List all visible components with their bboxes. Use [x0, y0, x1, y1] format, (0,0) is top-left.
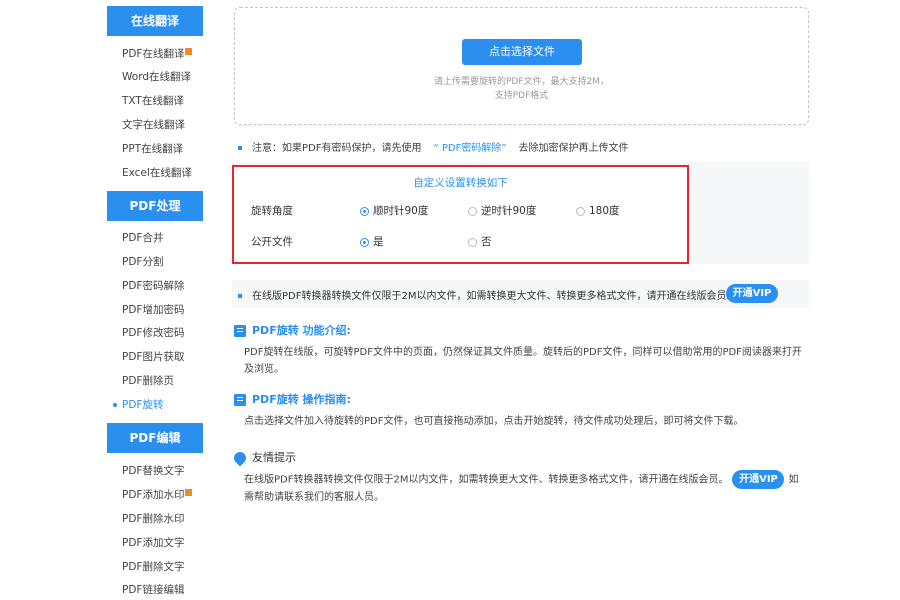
- sidebar-item-word-translate[interactable]: Word在线翻译: [107, 67, 203, 87]
- vip-banner-text: 在线版PDF转换器转换文件仅限于2M以内文件，如需转换更大文件、转换更多格式文件…: [238, 287, 736, 302]
- vip-banner-message: 在线版PDF转换器转换文件仅限于2M以内文件，如需转换更大文件、转换更多格式文件…: [252, 291, 737, 302]
- sidebar-item-ppt-translate[interactable]: PPT在线翻译: [107, 139, 203, 159]
- sidebar-item-label: TXT在线翻译: [122, 95, 184, 107]
- active-dot-icon: [113, 403, 117, 407]
- sidebar-item-label: Word在线翻译: [122, 71, 191, 83]
- radio-unchecked-icon: [576, 206, 585, 216]
- select-file-button[interactable]: 点击选择文件: [462, 39, 582, 65]
- sidebar-item-pdf-translate[interactable]: PDF在线翻译: [107, 44, 203, 64]
- sidebar-item-pdf-add-text[interactable]: PDF添加文字: [107, 533, 203, 553]
- sidebar-header-pdf-edit: PDF编辑: [107, 423, 203, 453]
- radio-label: 否: [481, 236, 492, 248]
- sidebar-item-label: 文字在线翻译: [122, 119, 185, 131]
- sidebar-item-label: PDF替换文字: [122, 465, 185, 477]
- settings-title: 自定义设置转换如下: [413, 177, 508, 189]
- sidebar-item-pdf-split[interactable]: PDF分割: [107, 252, 203, 272]
- sidebar-item-label: PDF密码解除: [122, 280, 185, 292]
- hot-badge-icon: [185, 48, 193, 55]
- sidebar-item-pdf-rotate[interactable]: PDF旋转: [107, 395, 203, 415]
- radio-clockwise-90[interactable]: 顺时针90度: [360, 203, 428, 218]
- radio-checked-icon: [360, 206, 369, 216]
- tips-title-text: 友情提示: [252, 451, 296, 464]
- sidebar-item-pdf-add-password[interactable]: PDF增加密码: [107, 300, 203, 320]
- sidebar-item-pdf-change-password[interactable]: PDF修改密码: [107, 323, 203, 343]
- sidebar-item-label: PDF旋转: [122, 399, 164, 411]
- hot-badge-icon: [185, 489, 193, 496]
- sidebar-item-label: PDF增加密码: [122, 304, 185, 316]
- note-prefix: 注意：如果PDF有密码保护，请先使用: [252, 143, 422, 154]
- sidebar-item-label: PDF修改密码: [122, 327, 185, 339]
- sidebar-item-label: PDF链接编辑: [122, 584, 185, 596]
- radio-180[interactable]: 180度: [576, 203, 620, 218]
- sidebar-item-label: PDF删除文字: [122, 561, 185, 573]
- sidebar-item-label: PDF图片获取: [122, 351, 185, 363]
- tips-title: 友情提示: [231, 449, 296, 467]
- sidebar-item-label: PDF添加水印: [122, 489, 185, 501]
- sidebar-item-pdf-replace-text[interactable]: PDF替换文字: [107, 461, 203, 481]
- radio-counterclockwise-90[interactable]: 逆时针90度: [468, 203, 536, 218]
- sidebar-item-label: PDF删除水印: [122, 513, 185, 525]
- tips-body-part1: 在线版PDF转换器转换文件仅限于2M以内文件，如需转换更大文件、转换更多格式文件…: [244, 474, 729, 486]
- vip-banner: 在线版PDF转换器转换文件仅限于2M以内文件，如需转换更大文件、转换更多格式文件…: [232, 280, 809, 308]
- bullet-icon: [238, 294, 242, 298]
- radio-checked-icon: [360, 237, 369, 247]
- settings-panel: 自定义设置转换如下 旋转角度 顺时针90度 逆时针90度 180度 公开文件 是…: [232, 165, 689, 264]
- guide-icon: [234, 394, 246, 406]
- pdf-unlock-link[interactable]: “ PDF密码解除”: [433, 143, 506, 154]
- sidebar-item-pdf-unlock[interactable]: PDF密码解除: [107, 276, 203, 296]
- open-vip-button[interactable]: 开通VIP: [726, 284, 778, 303]
- sidebar: 在线翻译 PDF在线翻译 Word在线翻译 TXT在线翻译 文字在线翻译 PPT…: [107, 0, 203, 600]
- guide-title-text: PDF旋转 操作指南:: [252, 393, 351, 406]
- password-note: 注意：如果PDF有密码保护，请先使用 “ PDF密码解除” 去除加密保护再上传文件: [238, 139, 629, 154]
- note-suffix: 去除加密保护再上传文件: [518, 143, 629, 154]
- guide-title: PDF旋转 操作指南:: [234, 391, 351, 407]
- radio-label: 顺时针90度: [373, 205, 429, 217]
- radio-public-no[interactable]: 否: [468, 234, 492, 249]
- sidebar-item-label: PDF在线翻译: [122, 48, 185, 60]
- intro-title: PDF旋转 功能介绍:: [234, 322, 351, 338]
- sidebar-item-label: PDF添加文字: [122, 537, 185, 549]
- sidebar-item-text-translate[interactable]: 文字在线翻译: [107, 115, 203, 135]
- radio-public-yes[interactable]: 是: [360, 234, 384, 249]
- intro-body: PDF旋转在线版，可旋转PDF文件中的页面，仍然保证其文件质量。旋转后的PDF文…: [244, 347, 802, 375]
- guide-body: 点击选择文件加入待旋转的PDF文件，也可直接拖动添加，点击开始旋转，待文件成功处…: [244, 416, 744, 427]
- document-icon: [234, 325, 246, 337]
- intro-title-text: PDF旋转 功能介绍:: [252, 324, 351, 337]
- sidebar-item-pdf-add-watermark[interactable]: PDF添加水印: [107, 485, 203, 505]
- sidebar-item-pdf-link-edit[interactable]: PDF链接编辑: [107, 580, 203, 600]
- radio-unchecked-icon: [468, 206, 477, 216]
- sidebar-header-translate: 在线翻译: [107, 6, 203, 36]
- sidebar-item-pdf-delete-pages[interactable]: PDF删除页: [107, 371, 203, 391]
- open-vip-inline-button[interactable]: 开通VIP: [732, 470, 785, 489]
- location-pin-icon: [231, 449, 249, 467]
- sidebar-header-pdf-process: PDF处理: [107, 191, 203, 221]
- radio-label: 180度: [589, 205, 620, 217]
- bullet-icon: [238, 146, 242, 150]
- radio-label: 是: [373, 236, 384, 248]
- sidebar-item-label: PDF删除页: [122, 375, 174, 387]
- sidebar-item-pdf-delete-text[interactable]: PDF删除文字: [107, 557, 203, 577]
- sidebar-item-label: Excel在线翻译: [122, 167, 192, 179]
- radio-unchecked-icon: [468, 237, 477, 247]
- sidebar-item-pdf-merge[interactable]: PDF合并: [107, 228, 203, 248]
- upload-dropzone[interactable]: 点击选择文件 请上传需要旋转的PDF文件，最大支持2M， 支持PDF格式: [234, 7, 809, 125]
- sidebar-item-txt-translate[interactable]: TXT在线翻译: [107, 91, 203, 111]
- public-file-label: 公开文件: [251, 236, 293, 248]
- sidebar-item-pdf-extract-images[interactable]: PDF图片获取: [107, 347, 203, 367]
- upload-hint-line2: 支持PDF格式: [494, 91, 549, 101]
- rotation-angle-label: 旋转角度: [251, 205, 293, 217]
- sidebar-item-label: PPT在线翻译: [122, 143, 184, 155]
- radio-label: 逆时针90度: [481, 205, 537, 217]
- tips-body: 在线版PDF转换器转换文件仅限于2M以内文件，如需转换更大文件、转换更多格式文件…: [244, 470, 804, 506]
- sidebar-item-label: PDF分割: [122, 256, 164, 268]
- sidebar-item-excel-translate[interactable]: Excel在线翻译: [107, 163, 203, 183]
- sidebar-item-label: PDF合并: [122, 232, 164, 244]
- upload-hint-line1: 请上传需要旋转的PDF文件，最大支持2M，: [433, 77, 610, 87]
- sidebar-item-pdf-remove-watermark[interactable]: PDF删除水印: [107, 509, 203, 529]
